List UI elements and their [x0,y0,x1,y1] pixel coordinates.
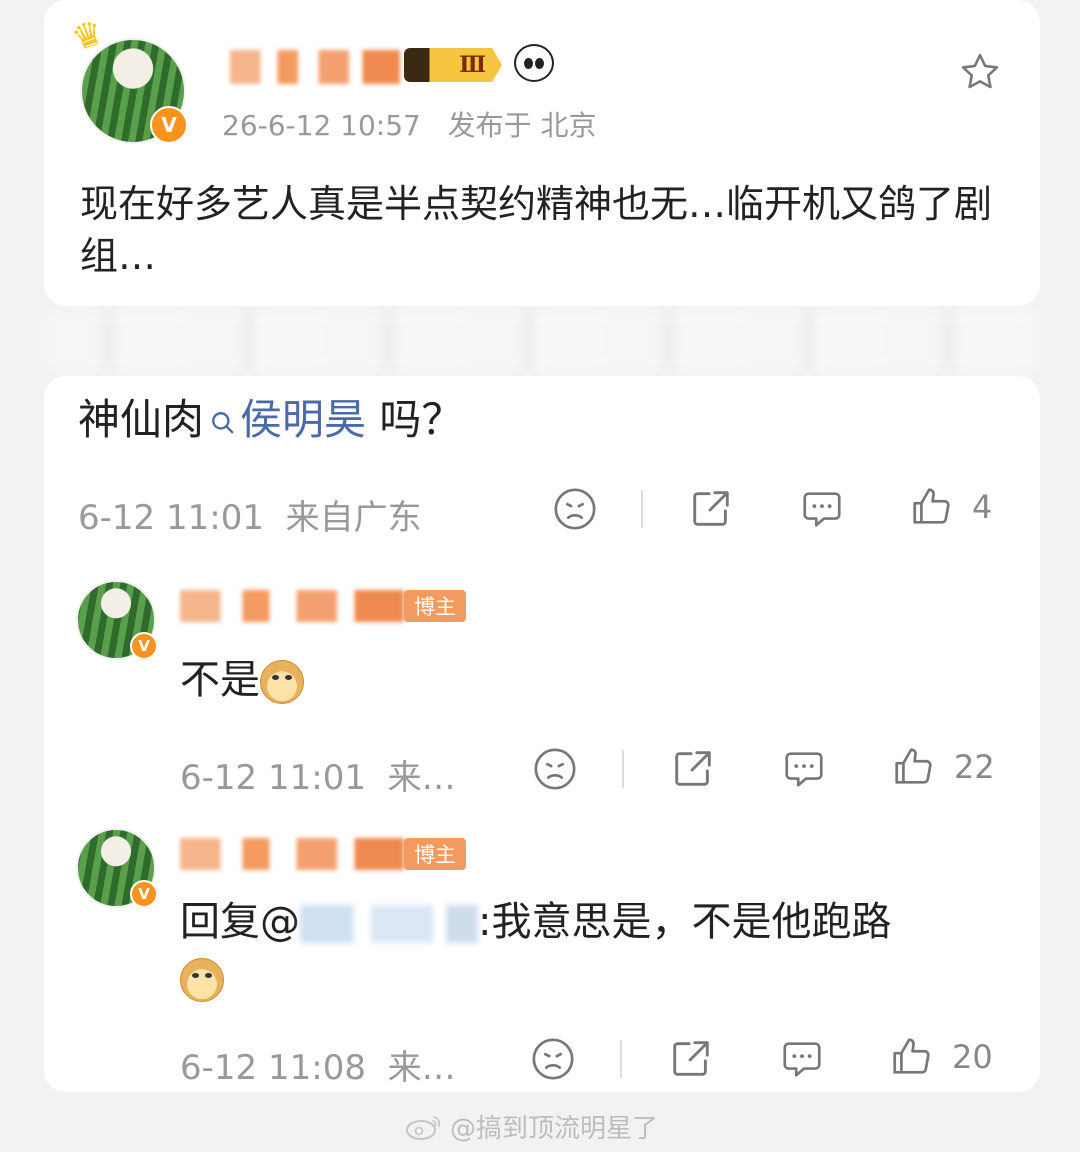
reply-meta: 6-12 11:08 来… [180,1040,456,1089]
like-count: 4 [972,488,993,526]
comment-time: 6-12 11:01 [78,498,264,538]
action-divider [622,750,624,788]
reply-text-content: :我意思是，不是他跑路 [478,899,892,945]
reply-time: 6-12 11:01 [180,758,366,798]
reply-text: 不是 [180,652,304,708]
reply-author-name-masked[interactable] [180,838,404,870]
doge-emoji [260,660,304,704]
blogger-tag: 博主 [404,590,466,622]
like-icon [913,488,950,524]
like-icon [895,748,932,784]
doge-emoji [180,958,224,1002]
like-button[interactable]: 22 [890,744,995,790]
comment-meta: 6-12 11:01 来自广东 [78,490,422,539]
reply-author-name-masked[interactable] [180,590,404,622]
share-icon[interactable] [668,1036,714,1082]
reply-text: 回复@ :我意思是，不是他跑路 [180,894,1010,1006]
post-body: 现在好多艺人真是半点契约精神也无…临开机又鸽了剧组… [80,182,993,278]
post-timestamp: 26-6-12 10:57 [222,109,421,142]
verified-badge-icon: V [150,106,188,144]
topic-mention-link[interactable]: 侯明昊 [204,395,366,444]
verified-badge-icon: V [130,632,158,660]
dislike-icon[interactable] [532,746,578,792]
mention-name: 侯明昊 [240,395,367,444]
reply-text-content: 不是 [180,657,260,703]
comment-icon[interactable] [798,486,846,532]
panda-icon [514,44,554,82]
comment-source: 来自广东 [285,498,422,538]
comment-text: 神仙肉 侯明昊 吗？ [78,392,463,448]
share-icon[interactable] [670,746,716,792]
post-author-name-masked[interactable] [230,50,400,84]
reply-avatar[interactable]: V [76,828,158,908]
reply-source: 来… [387,758,456,798]
reply-time: 6-12 11:08 [180,1048,366,1088]
comment-icon[interactable] [780,746,828,792]
reply-meta: 6-12 11:01 来… [180,750,456,799]
reply-avatar[interactable]: V [76,580,158,660]
reply-prefix: 回复@ [180,899,300,945]
post-meta: 26-6-12 10:57 发布于 北京 [222,104,596,144]
share-icon[interactable] [688,486,734,532]
like-count: 22 [954,748,995,786]
comment-icon[interactable] [778,1036,826,1082]
reply-source: 来… [387,1048,456,1088]
comment-text-prefix: 神仙肉 [78,395,205,444]
dislike-icon[interactable] [530,1036,576,1082]
watermark-text: @搞到顶流明星了 [450,1114,659,1144]
like-button[interactable]: 4 [908,484,992,530]
mentioned-user-masked[interactable] [300,905,478,943]
action-divider [641,490,643,528]
search-icon [212,412,234,434]
blurred-divider-strip [44,310,1040,372]
like-count: 20 [952,1038,993,1076]
blogger-tag: 博主 [404,838,466,870]
like-icon [893,1038,930,1074]
post-location: 发布于 北京 [447,109,597,142]
level-badge: Ⅲ [404,48,502,82]
star-icon[interactable] [958,50,1002,94]
dislike-icon[interactable] [552,486,598,532]
like-button[interactable]: 20 [888,1034,993,1080]
weibo-logo-icon [406,1115,441,1140]
verified-badge-icon: V [130,880,158,908]
watermark: @搞到顶流明星了 [404,1108,658,1145]
action-divider [620,1040,622,1078]
comment-text-suffix: 吗？ [366,395,464,444]
